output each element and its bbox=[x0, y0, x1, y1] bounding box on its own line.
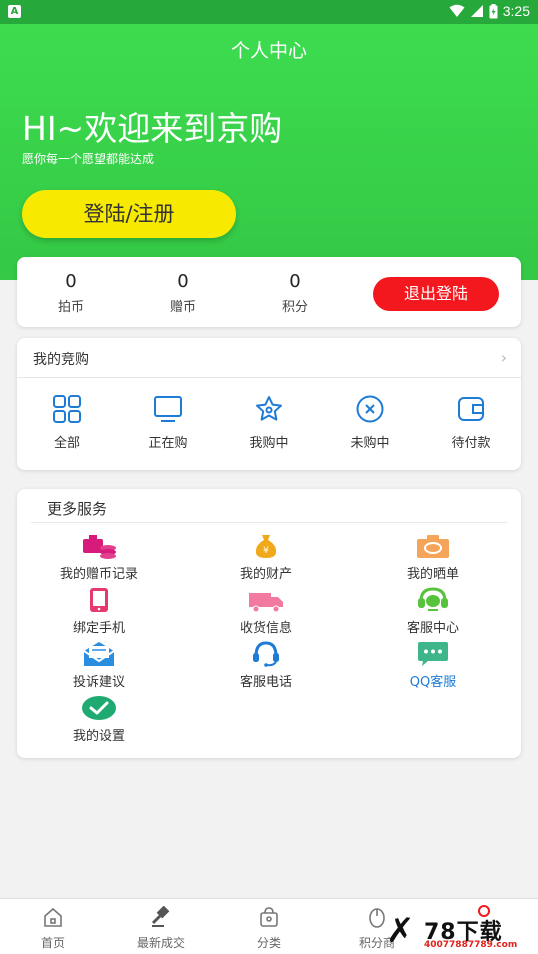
my-bids-header[interactable]: 我的竞购 › bbox=[17, 338, 521, 378]
service-label: 客服电话 bbox=[239, 675, 292, 690]
signal-icon bbox=[470, 5, 483, 17]
stat-auction-coins[interactable]: 0 拍币 bbox=[31, 271, 111, 315]
service-hotline[interactable]: 客服电话 bbox=[191, 639, 341, 690]
watermark-site: 40077887789.com bbox=[424, 940, 518, 950]
service-label: 客服中心 bbox=[406, 621, 459, 636]
my-bids-card: 我的竞购 › 全部 正在购 我购中 未购中 待付款 bbox=[17, 338, 521, 470]
service-bind-phone[interactable]: 绑定手机 bbox=[24, 585, 174, 636]
mail-icon bbox=[83, 642, 115, 666]
headset-icon bbox=[418, 587, 448, 611]
service-label: 投诉建议 bbox=[72, 675, 125, 690]
login-register-button[interactable]: 登陆/注册 bbox=[22, 190, 236, 238]
chat-icon bbox=[418, 642, 448, 666]
tab-label: 首页 bbox=[40, 936, 65, 950]
grid-icon bbox=[53, 395, 81, 423]
tab-label: 最新成交 bbox=[136, 936, 185, 950]
watermark-logo-icon: ✗ bbox=[386, 911, 415, 951]
logout-button[interactable]: 退出登陆 bbox=[373, 277, 499, 311]
status-icons: 3:25 bbox=[449, 3, 530, 19]
service-settings[interactable]: 我的设置 bbox=[24, 693, 174, 744]
check-icon bbox=[82, 696, 116, 720]
page-title: 个人中心 bbox=[230, 40, 307, 62]
tab-latest-deals[interactable]: 最新成交 bbox=[116, 905, 206, 951]
order-tab-winning[interactable]: 我购中 bbox=[219, 394, 319, 451]
stat-value: 0 bbox=[177, 271, 189, 292]
monitor-icon bbox=[154, 396, 182, 422]
tab-home[interactable]: 首页 bbox=[8, 906, 98, 951]
service-qq-support[interactable]: QQ客服 bbox=[358, 639, 508, 690]
site-watermark: ✗ 78下载 40077887789.com bbox=[384, 912, 538, 954]
service-shipping-info[interactable]: 收货信息 bbox=[191, 585, 341, 636]
bag-icon bbox=[260, 907, 278, 927]
service-complaints[interactable]: 投诉建议 bbox=[24, 639, 174, 690]
status-bar: A 3:25 bbox=[0, 0, 538, 24]
more-services-card: 更多服务 我的赠币记录 ¥ 我的财产 我的晒单 绑定手机 收货信息 客服中心 投… bbox=[17, 489, 521, 758]
x-circle-icon bbox=[356, 395, 384, 423]
tab-label: 分类 bbox=[256, 936, 281, 950]
order-tab-label: 全部 bbox=[53, 436, 80, 451]
service-customer-center[interactable]: 客服中心 bbox=[358, 585, 508, 636]
stat-gift-coins[interactable]: 0 赠币 bbox=[143, 271, 223, 315]
order-tab-label: 未购中 bbox=[350, 436, 390, 451]
account-stats-card: 0 拍币 0 赠币 0 积分 退出登陆 bbox=[17, 257, 521, 327]
order-tab-all[interactable]: 全部 bbox=[17, 394, 117, 451]
gavel-icon bbox=[151, 905, 170, 927]
order-tab-pending-payment[interactable]: 待付款 bbox=[421, 394, 521, 451]
service-my-showcase[interactable]: 我的晒单 bbox=[358, 531, 508, 582]
star-icon bbox=[256, 396, 282, 421]
money-bag-icon: ¥ bbox=[255, 535, 277, 558]
camera-icon bbox=[417, 535, 449, 558]
stat-label: 积分 bbox=[281, 300, 308, 315]
divider bbox=[31, 522, 507, 523]
stat-points[interactable]: 0 积分 bbox=[255, 271, 335, 315]
order-tab-lost[interactable]: 未购中 bbox=[320, 394, 420, 451]
truck-icon bbox=[249, 593, 283, 613]
service-label: 我的赠币记录 bbox=[59, 567, 138, 582]
app-notification-icon: A bbox=[8, 5, 21, 18]
phone-icon bbox=[90, 588, 108, 612]
service-label: 我的晒单 bbox=[406, 567, 459, 582]
phone-call-icon bbox=[253, 641, 279, 667]
service-label: 绑定手机 bbox=[72, 621, 125, 636]
service-label: 我的财产 bbox=[239, 567, 292, 582]
stat-label: 拍币 bbox=[57, 300, 84, 315]
stat-value: 0 bbox=[289, 271, 301, 292]
welcome-text: HI~欢迎来到京购 bbox=[22, 109, 283, 148]
stat-value: 0 bbox=[65, 271, 77, 292]
order-tab-in-progress[interactable]: 正在购 bbox=[118, 394, 218, 451]
chevron-right-icon: › bbox=[500, 348, 507, 367]
tab-categories[interactable]: 分类 bbox=[224, 906, 314, 951]
welcome-subtitle: 愿你每一个愿望都能达成 bbox=[22, 152, 155, 166]
svg-text:¥: ¥ bbox=[263, 546, 269, 556]
service-label: 我的设置 bbox=[72, 729, 125, 744]
clock: 3:25 bbox=[502, 3, 530, 19]
section-title: 更多服务 bbox=[47, 500, 108, 518]
stat-label: 赠币 bbox=[169, 300, 196, 315]
service-label: 收货信息 bbox=[239, 621, 292, 636]
wallet-icon bbox=[458, 397, 484, 421]
profile-header: 个人中心 HI~欢迎来到京购 愿你每一个愿望都能达成 登陆/注册 bbox=[0, 24, 538, 280]
home-icon bbox=[44, 907, 62, 927]
coins-icon bbox=[83, 535, 116, 559]
order-tab-label: 正在购 bbox=[148, 436, 188, 451]
order-tab-label: 待付款 bbox=[451, 436, 491, 451]
order-tab-label: 我购中 bbox=[249, 436, 289, 451]
service-gift-coin-record[interactable]: 我的赠币记录 bbox=[24, 531, 174, 582]
section-title: 我的竞购 bbox=[33, 352, 89, 368]
service-my-assets[interactable]: ¥ 我的财产 bbox=[191, 531, 341, 582]
battery-icon bbox=[489, 3, 498, 18]
wifi-icon bbox=[449, 4, 465, 17]
service-label: QQ客服 bbox=[409, 675, 457, 690]
